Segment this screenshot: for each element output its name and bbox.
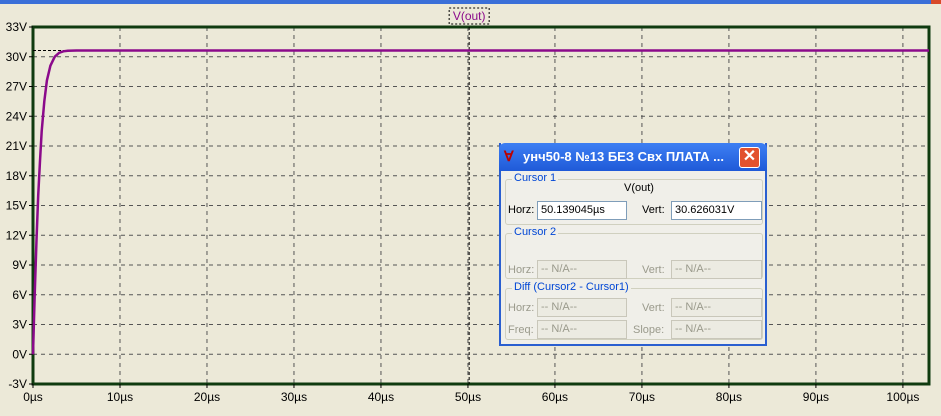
cursor-dialog[interactable]: ∀ унч50-8 №13 БЕЗ Свх ПЛАТА ... ✕ Cursor… — [499, 143, 767, 346]
cursor2-horz-field[interactable]: -- N/A-- — [537, 260, 627, 279]
y-tick-label: 9V — [12, 258, 27, 272]
cursor2-horz-label: Horz: — [508, 264, 535, 276]
x-tick-label: 70µs — [629, 390, 655, 404]
cursor1-horz-label: Horz: — [508, 204, 535, 216]
diff-slope-label: Slope: — [633, 324, 665, 336]
diff-freq-field[interactable]: -- N/A-- — [537, 320, 627, 339]
y-tick-label: 30V — [6, 50, 27, 64]
y-tick-label: 6V — [12, 288, 27, 302]
dialog-titlebar[interactable]: ∀ унч50-8 №13 БЕЗ Свх ПЛАТА ... ✕ — [499, 143, 767, 171]
x-tick-label: 90µs — [803, 390, 829, 404]
x-tick-label: 50µs — [455, 390, 481, 404]
cursor2-vert-label: Vert: — [642, 264, 665, 276]
plot-grid — [33, 27, 929, 384]
x-tick-label: 30µs — [281, 390, 307, 404]
trace-vout[interactable] — [31, 49, 929, 355]
y-tick-label: 24V — [6, 109, 27, 123]
y-tick-label: 12V — [6, 228, 27, 242]
y-tick-label: 0V — [12, 347, 27, 361]
diff-horz-field[interactable]: -- N/A-- — [537, 298, 627, 317]
diff-label: Diff (Cursor2 - Cursor1) — [512, 281, 631, 293]
x-tick-label: 10µs — [107, 390, 133, 404]
cursor1-vert-field[interactable]: 30.626031V — [671, 201, 762, 220]
cursor2-group: Cursor 2 Horz: -- N/A-- Vert: -- N/A-- — [505, 226, 763, 279]
y-tick-label: 3V — [12, 318, 27, 332]
diff-horz-label: Horz: — [508, 302, 535, 314]
cursor1-group: Cursor 1 V(out) Horz: 50.139045µs Vert: … — [505, 172, 763, 225]
x-tick-label: 100µs — [886, 390, 919, 404]
dialog-title: унч50-8 №13 БЕЗ Свх ПЛАТА ... — [523, 149, 724, 164]
x-tick-label: 60µs — [542, 390, 568, 404]
y-tick-label: 21V — [6, 139, 27, 153]
x-axis-ticks: 0µs 10µs 20µs 30µs 40µs 50µs 60µs 70µs 80µs 90µs 1… — [23, 384, 919, 404]
cursor2-label: Cursor 2 — [512, 226, 559, 238]
y-tick-label: 33V — [6, 20, 27, 34]
diff-freq-label: Freq: — [508, 324, 534, 336]
diff-slope-field[interactable]: -- N/A-- — [671, 320, 762, 339]
x-tick-label: 0µs — [23, 390, 43, 404]
waveform-plot[interactable]: -3V 0V 3V 6V 9V 12V 15V 18V 21V 24V 27V 30V 33V 0µs 1… — [0, 0, 941, 416]
x-tick-label: 20µs — [194, 390, 220, 404]
y-tick-label: 18V — [6, 169, 27, 183]
trace-title[interactable]: V(out) — [453, 9, 486, 23]
x-tick-label: 80µs — [716, 390, 742, 404]
diff-group: Diff (Cursor2 - Cursor1) Horz: -- N/A-- … — [505, 281, 763, 340]
diff-vert-label: Vert: — [642, 302, 665, 314]
cursor2-vert-field[interactable]: -- N/A-- — [671, 260, 762, 279]
x-tick-label: 40µs — [368, 390, 394, 404]
y-axis-ticks: -3V 0V 3V 6V 9V 12V 15V 18V 21V 24V 27V 30V 33V — [6, 20, 33, 391]
cursor1-trace-name: V(out) — [624, 182, 654, 194]
cursor1-label: Cursor 1 — [512, 172, 559, 184]
y-tick-label: 27V — [6, 80, 27, 94]
cursor1-vert-label: Vert: — [642, 204, 665, 216]
diff-vert-field[interactable]: -- N/A-- — [671, 298, 762, 317]
y-tick-label: -3V — [8, 377, 27, 391]
cursor1-horz-field[interactable]: 50.139045µs — [537, 201, 627, 220]
y-tick-label: 15V — [6, 199, 27, 213]
ltspice-icon: ∀ — [504, 148, 514, 164]
close-icon[interactable]: ✕ — [739, 147, 760, 168]
